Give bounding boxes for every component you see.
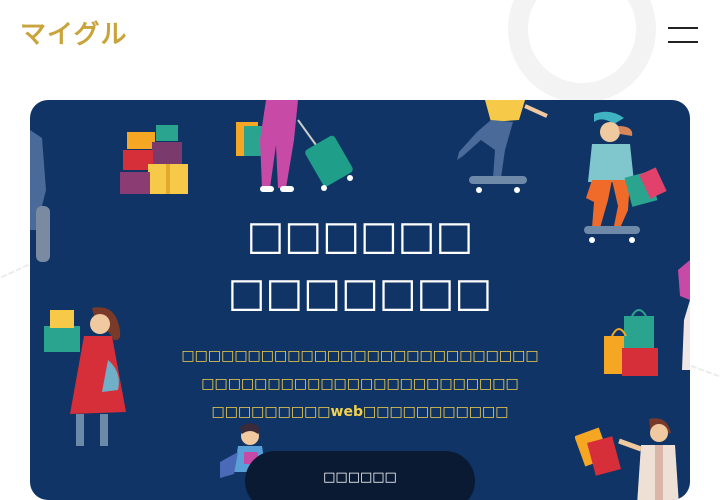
hero-description-line-2: □□□□□□□□□□□□□□□□□□□□□□□□ xyxy=(201,376,519,392)
hamburger-menu-icon[interactable] xyxy=(664,22,702,48)
background-dashed-line xyxy=(0,263,30,279)
gift-boxes-stack-icon xyxy=(120,125,188,194)
hero-title: □□□□□□ □□□□□□□ xyxy=(30,208,690,322)
hero-description: □□□□□□□□□□□□□□□□□□□□□□□□□□□ □□□□□□□□□□□□… xyxy=(160,342,560,426)
menu-line xyxy=(668,27,698,29)
hero-title-line-1: □□□□□□ xyxy=(246,213,474,259)
woman-holding-gift-icon xyxy=(44,307,126,446)
site-logo[interactable]: マイグル xyxy=(20,14,127,51)
background-ring-decoration xyxy=(508,0,656,103)
skateboarder-icon xyxy=(457,100,548,193)
hero-cta-button[interactable]: □□□□□□ xyxy=(245,451,475,500)
menu-line xyxy=(668,41,698,43)
background-dashed-line xyxy=(690,364,720,378)
hero-description-line-1: □□□□□□□□□□□□□□□□□□□□□□□□□□□ xyxy=(181,348,539,364)
shopper-with-suitcase-icon xyxy=(236,100,353,192)
shopper-with-bags-icon xyxy=(575,418,679,500)
hero-description-line-3: □□□□□□□□□web□□□□□□□□□□□ xyxy=(211,404,509,420)
site-header: マイグル xyxy=(0,0,720,103)
hero-banner: □□□□□□ □□□□□□□ □□□□□□□□□□□□□□□□□□□□□□□□□… xyxy=(30,100,690,500)
hero-title-line-2: □□□□□□□ xyxy=(227,270,493,316)
